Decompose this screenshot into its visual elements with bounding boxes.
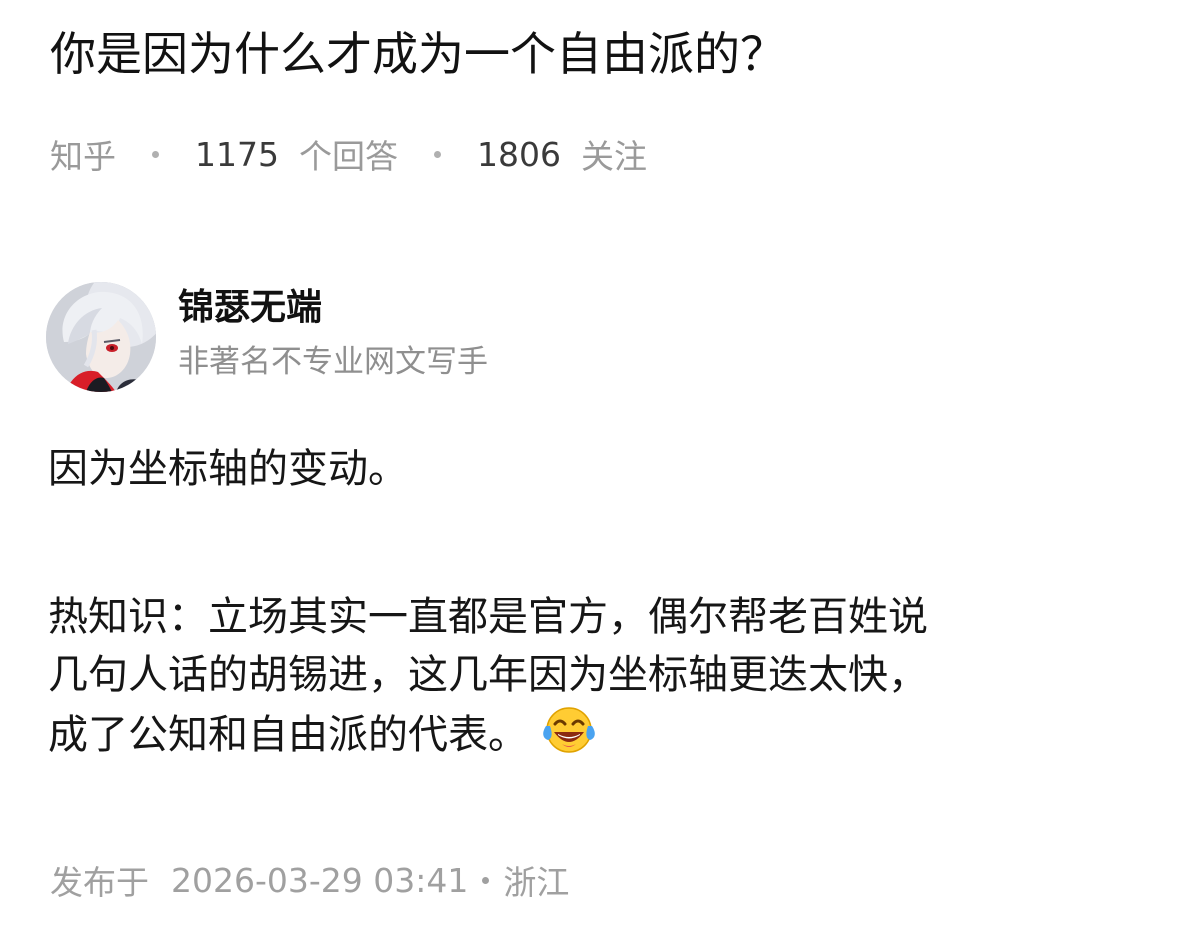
separator-dot — [482, 876, 490, 884]
anime-avatar-icon — [46, 282, 156, 392]
separator-dot — [433, 150, 441, 158]
answer-paragraph: 因为坐标轴的变动。 — [48, 446, 408, 492]
author-block[interactable]: 锦瑟无端 非著名不专业网文写手 — [46, 281, 488, 393]
author-name[interactable]: 锦瑟无端 — [178, 284, 488, 332]
source-label: 知乎 — [50, 137, 116, 176]
follow-count: 1806 — [476, 134, 561, 174]
follow-count-label: 关注 — [580, 137, 647, 176]
published-time: 2026-03-29 03:41 — [171, 860, 469, 900]
answer-paragraph: 热知识：立场其实一直都是官方，偶尔帮老百姓说 几句人话的胡锡进，这几年因为坐标轴… — [48, 588, 1158, 772]
answer-line: 热知识：立场其实一直都是官方，偶尔帮老百姓说 — [48, 594, 928, 640]
published-label: 发布于 — [50, 863, 149, 902]
author-avatar[interactable] — [46, 282, 156, 392]
separator-dot — [152, 150, 159, 158]
answer-line-with-emoji: 成了公知和自由派的代表。 — [48, 704, 1158, 772]
question-title[interactable]: 你是因为什么才成为一个自由派的？ — [50, 22, 786, 86]
tears-of-joy-emoji-icon — [540, 704, 598, 772]
answer-count-label: 个回答 — [298, 137, 398, 176]
answer-line: 几句人话的胡锡进，这几年因为坐标轴更迭太快， — [48, 652, 928, 698]
author-bio: 非著名不专业网文写手 — [178, 344, 488, 380]
answer-content: 因为坐标轴的变动。 热知识：立场其实一直都是官方，偶尔帮老百姓说 几句人话的胡锡… — [48, 440, 1158, 772]
question-meta: 知乎 1175 个回答 1806 关注 — [50, 130, 647, 178]
author-text: 锦瑟无端 非著名不专业网文写手 — [178, 287, 488, 384]
location-label: 浙江 — [503, 863, 570, 902]
answer-footer: 发布于 2026-03-29 03:41 浙江 — [50, 856, 569, 904]
answer-count: 1175 — [195, 134, 279, 174]
answer-line: 成了公知和自由派的代表。 — [48, 712, 528, 758]
